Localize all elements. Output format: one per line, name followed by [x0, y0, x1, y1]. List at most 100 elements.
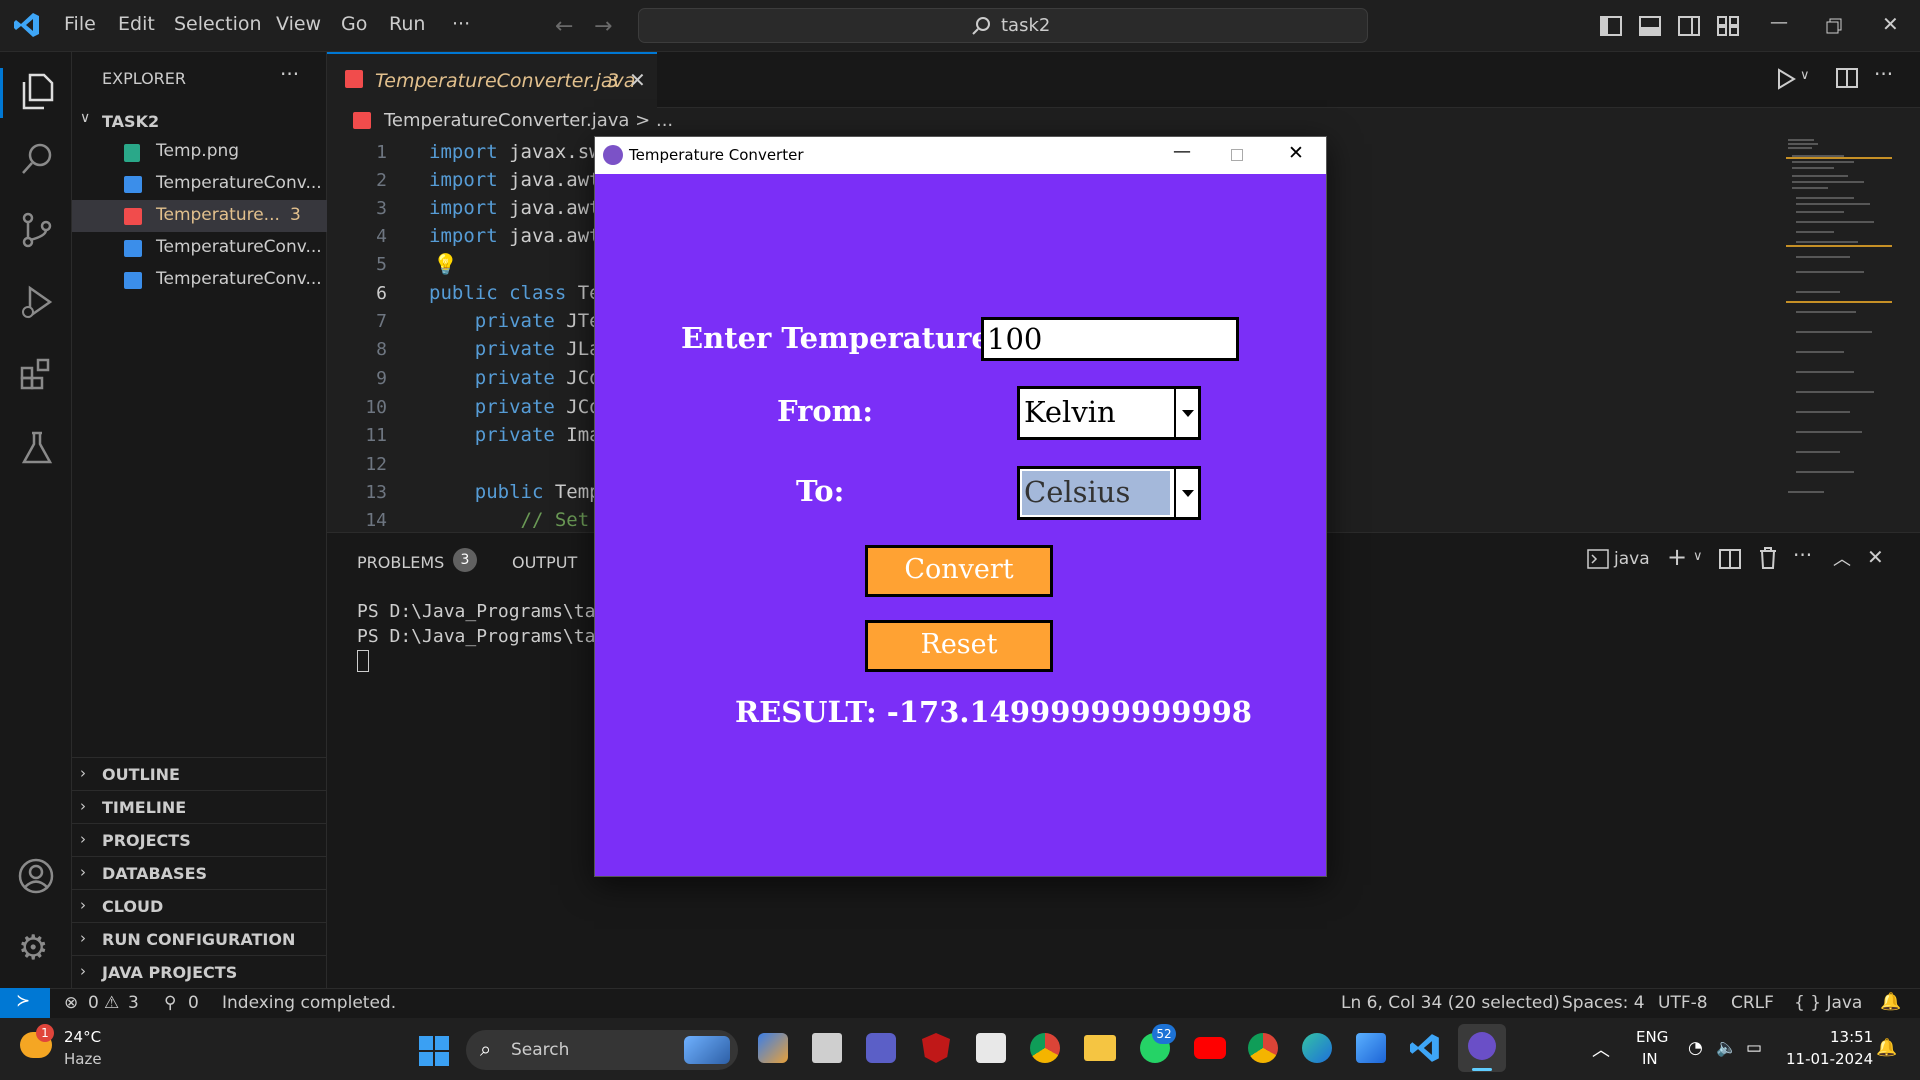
chrome-icon[interactable]: [1030, 1033, 1060, 1063]
lightbulb-icon[interactable]: 💡: [433, 252, 458, 276]
tab-problems[interactable]: PROBLEMS: [357, 553, 444, 572]
wifi-icon[interactable]: ◔: [1688, 1038, 1703, 1058]
file-item[interactable]: TemperatureConv...: [72, 264, 327, 296]
close-icon[interactable]: ✕: [1882, 12, 1899, 36]
tab-output[interactable]: OUTPUT: [512, 553, 577, 572]
taskbar-search[interactable]: ⌕ Search: [466, 1030, 738, 1070]
convert-button[interactable]: Convert: [865, 545, 1053, 597]
task-view-icon[interactable]: [812, 1033, 842, 1063]
menu-edit[interactable]: Edit: [118, 13, 155, 35]
show-hidden-icons[interactable]: ︿: [1592, 1036, 1610, 1062]
window-title-bar[interactable]: Temperature Converter — ✕: [595, 137, 1326, 174]
command-center-search[interactable]: task2: [638, 8, 1368, 43]
search-icon[interactable]: [20, 142, 54, 176]
tab-temperature-converter[interactable]: TemperatureConverter.java 3 ✕: [327, 52, 657, 108]
chrome-profile-icon[interactable]: [1248, 1033, 1278, 1063]
run-debug-icon[interactable]: [20, 284, 54, 320]
to-dropdown-button[interactable]: [1174, 469, 1198, 517]
restore-icon[interactable]: [1826, 18, 1842, 34]
folder-task2[interactable]: TASK2: [102, 112, 159, 131]
file-explorer-icon[interactable]: [1084, 1035, 1116, 1061]
file-item[interactable]: TemperatureConv...: [72, 232, 327, 264]
section-projects[interactable]: › PROJECTS: [72, 823, 327, 856]
tab-close-icon[interactable]: ✕: [629, 68, 646, 92]
window-minimize-icon[interactable]: —: [1173, 141, 1191, 162]
menu-selection[interactable]: Selection: [174, 13, 262, 35]
chevron-down-icon[interactable]: ∨: [80, 110, 90, 126]
error-count[interactable]: 0: [88, 993, 99, 1013]
source-control-icon[interactable]: [20, 212, 54, 248]
settings-gear-icon[interactable]: ⚙: [18, 930, 48, 966]
mcafee-icon[interactable]: [922, 1033, 950, 1063]
split-editor-icon[interactable]: [1836, 68, 1858, 88]
toggle-panel-icon[interactable]: [1639, 16, 1661, 36]
warning-count[interactable]: 3: [128, 993, 139, 1013]
section-cloud[interactable]: › CLOUD: [72, 889, 327, 922]
accounts-icon[interactable]: [18, 858, 54, 894]
section-timeline[interactable]: › TIMELINE: [72, 790, 327, 823]
teams-icon[interactable]: [866, 1033, 896, 1063]
split-terminal-icon[interactable]: [1719, 549, 1741, 569]
edge-icon[interactable]: [1302, 1033, 1332, 1063]
battery-icon[interactable]: ▭: [1746, 1038, 1762, 1058]
menu-more[interactable]: ···: [452, 13, 470, 35]
notifications-bell-icon[interactable]: 🔔: [1880, 992, 1901, 1012]
section-databases[interactable]: › DATABASES: [72, 856, 327, 889]
editor-more-icon[interactable]: ···: [1874, 62, 1893, 86]
minimize-icon[interactable]: —: [1770, 12, 1788, 33]
microsoft-store-icon[interactable]: [976, 1033, 1006, 1063]
window-maximize-icon[interactable]: [1231, 149, 1243, 161]
code-view[interactable]: 1 import javax.sw 2 import java.awt 3 im…: [327, 140, 600, 532]
menu-go[interactable]: Go: [341, 13, 367, 35]
section-java-projects[interactable]: › JAVA PROJECTS: [72, 955, 327, 988]
more-actions-icon[interactable]: ···: [280, 62, 299, 86]
close-panel-icon[interactable]: ✕: [1867, 545, 1884, 569]
temperature-input[interactable]: 100: [981, 317, 1239, 361]
run-dropdown-icon[interactable]: ∨: [1800, 68, 1810, 83]
section-run-configuration[interactable]: › RUN CONFIGURATION: [72, 922, 327, 955]
encoding[interactable]: UTF-8: [1658, 993, 1708, 1013]
from-dropdown-button[interactable]: [1174, 389, 1198, 437]
window-close-icon[interactable]: ✕: [1288, 142, 1304, 164]
weather-temp[interactable]: 24°C: [64, 1028, 101, 1046]
maximize-panel-icon[interactable]: ︿: [1833, 545, 1851, 571]
copilot-icon[interactable]: [758, 1033, 788, 1063]
toggle-sidebar-icon[interactable]: [1600, 16, 1622, 36]
testing-icon[interactable]: [20, 430, 54, 466]
notification-bell-icon[interactable]: 🔔: [1876, 1038, 1897, 1058]
customize-layout-icon[interactable]: [1717, 16, 1739, 36]
minimap[interactable]: [1784, 132, 1894, 502]
vscode-taskbar-icon[interactable]: [1410, 1032, 1440, 1064]
clock-time[interactable]: 13:51: [1830, 1028, 1873, 1046]
windows-start-icon[interactable]: [419, 1036, 449, 1066]
volume-icon[interactable]: 🔈: [1716, 1038, 1737, 1058]
from-unit-select[interactable]: Kelvin: [1017, 386, 1201, 440]
terminal-dropdown-icon[interactable]: ∨: [1693, 549, 1703, 564]
remote-indicator[interactable]: ≻: [0, 988, 50, 1018]
to-unit-select[interactable]: Celsius: [1017, 466, 1201, 520]
extensions-icon[interactable]: [20, 356, 54, 392]
language-mode[interactable]: { } Java: [1794, 993, 1862, 1013]
terminal-name[interactable]: java: [1614, 549, 1650, 569]
cursor-position[interactable]: Ln 6, Col 34 (20 selected): [1341, 993, 1560, 1013]
language-top[interactable]: ENG: [1636, 1028, 1668, 1046]
file-item[interactable]: TemperatureConv...: [72, 168, 327, 200]
menu-file[interactable]: File: [64, 13, 96, 35]
back-arrow-icon[interactable]: ←: [555, 14, 573, 39]
ports-count[interactable]: 0: [188, 993, 199, 1013]
terminal-cursor[interactable]: [357, 650, 369, 672]
file-item-selected[interactable]: Temperature... 3: [72, 200, 327, 232]
menu-view[interactable]: View: [276, 13, 321, 35]
breadcrumb[interactable]: TemperatureConverter.java > ...: [384, 110, 673, 131]
toggle-secondary-sidebar-icon[interactable]: [1678, 16, 1700, 36]
forward-arrow-icon[interactable]: →: [594, 14, 612, 39]
menu-run[interactable]: Run: [389, 13, 425, 35]
java-app-taskbar-item[interactable]: [1458, 1024, 1506, 1072]
run-icon[interactable]: [1776, 68, 1796, 90]
panel-more-icon[interactable]: ···: [1793, 543, 1812, 567]
line-ending[interactable]: CRLF: [1731, 993, 1774, 1013]
photos-icon[interactable]: [1356, 1033, 1386, 1063]
reset-button[interactable]: Reset: [865, 620, 1053, 672]
trash-icon[interactable]: [1759, 547, 1777, 569]
indentation[interactable]: Spaces: 4: [1562, 993, 1645, 1013]
